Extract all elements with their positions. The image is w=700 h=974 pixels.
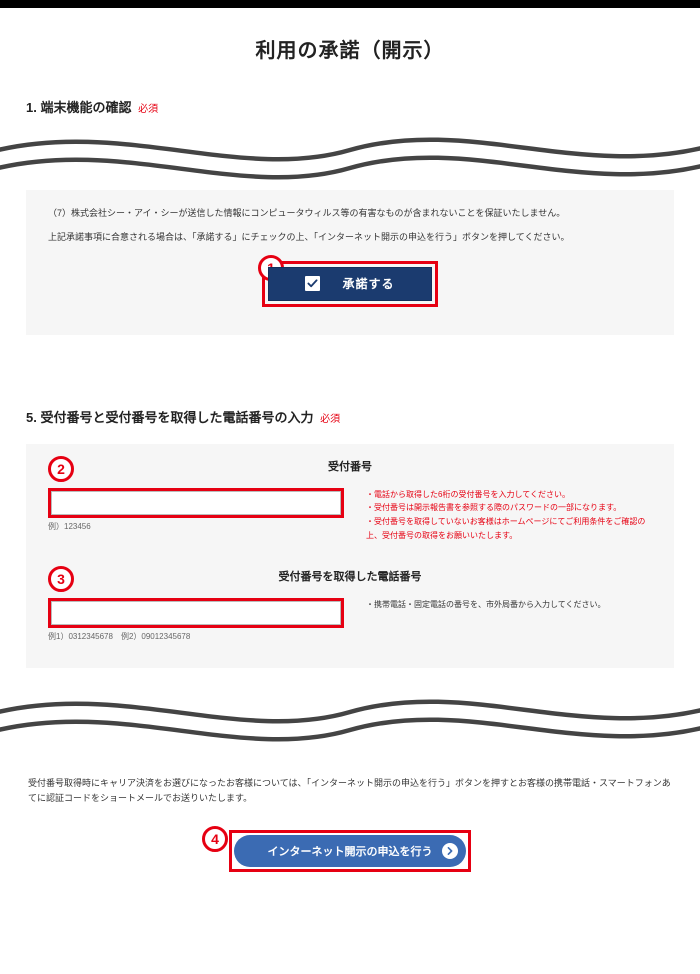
phone-number-input[interactable] — [51, 601, 341, 625]
arrow-right-icon — [442, 843, 458, 859]
hint-line: ・携帯電話・固定電話の番号を、市外局番から入力してください。 — [366, 598, 652, 612]
step-badge-4: 4 — [202, 826, 228, 852]
phone-number-input-highlight — [48, 598, 344, 628]
field-2-title: 受付番号を取得した電話番号 — [26, 554, 674, 598]
wave-divider-top — [0, 124, 700, 184]
section-5-heading-text: 5. 受付番号と受付番号を取得した電話番号の入力 — [26, 410, 313, 425]
consent-button-label: 承諾する — [342, 275, 394, 292]
receipt-number-input-highlight — [48, 488, 344, 518]
section-5-heading: 5. 受付番号と受付番号を取得した電話番号の入力 必須 — [26, 407, 674, 426]
required-badge: 必須 — [320, 414, 340, 425]
receipt-number-input[interactable] — [51, 491, 341, 515]
submit-button[interactable]: インターネット開示の申込を行う — [234, 835, 466, 867]
field-1-title: 受付番号 — [26, 444, 674, 488]
consent-button[interactable]: 承諾する — [268, 267, 432, 301]
bottom-note: 受付番号取得時にキャリア決済をお選びになったお客様については、「インターネット開… — [26, 776, 674, 807]
step-badge-2: 2 — [48, 456, 74, 482]
terms-block: （7）株式会社シー・アイ・シーが送信した情報にコンピュータウィルス等の有害なもの… — [26, 190, 674, 335]
section-1-heading: 1. 端末機能の確認 必須 — [26, 97, 674, 116]
section-1-heading-text: 1. 端末機能の確認 — [26, 100, 131, 115]
hint-line: ・電話から取得した6桁の受付番号を入力してください。 — [366, 488, 652, 502]
phone-number-example: 例1）0312345678 例2）09012345678 — [48, 631, 652, 642]
consent-button-highlight: 承諾する — [262, 261, 438, 307]
hint-line: ・受付番号を取得していないお客様はホームページにてご利用条件をご確認の上、受付番… — [366, 515, 652, 542]
page-title: 利用の承諾（開示） — [26, 8, 674, 97]
required-badge: 必須 — [138, 104, 158, 115]
submit-button-label: インターネット開示の申込を行う — [268, 843, 433, 859]
wave-divider-bottom — [0, 686, 700, 746]
hint-line: ・受付番号は開示報告書を参照する際のパスワードの一部になります。 — [366, 501, 652, 515]
terms-agree-instruction: 上記承諾事項に合意される場合は、「承諾する」にチェックの上、「インターネット開示… — [48, 230, 652, 244]
form-block: 受付番号 2 例）123456 ・電話から取得した6桁の受付番号を入力してくださ… — [26, 444, 674, 668]
submit-button-highlight: インターネット開示の申込を行う — [229, 830, 471, 872]
checkbox-checked-icon — [305, 276, 320, 291]
step-badge-3: 3 — [48, 566, 74, 592]
terms-line-7: （7）株式会社シー・アイ・シーが送信した情報にコンピュータウィルス等の有害なもの… — [48, 206, 652, 220]
